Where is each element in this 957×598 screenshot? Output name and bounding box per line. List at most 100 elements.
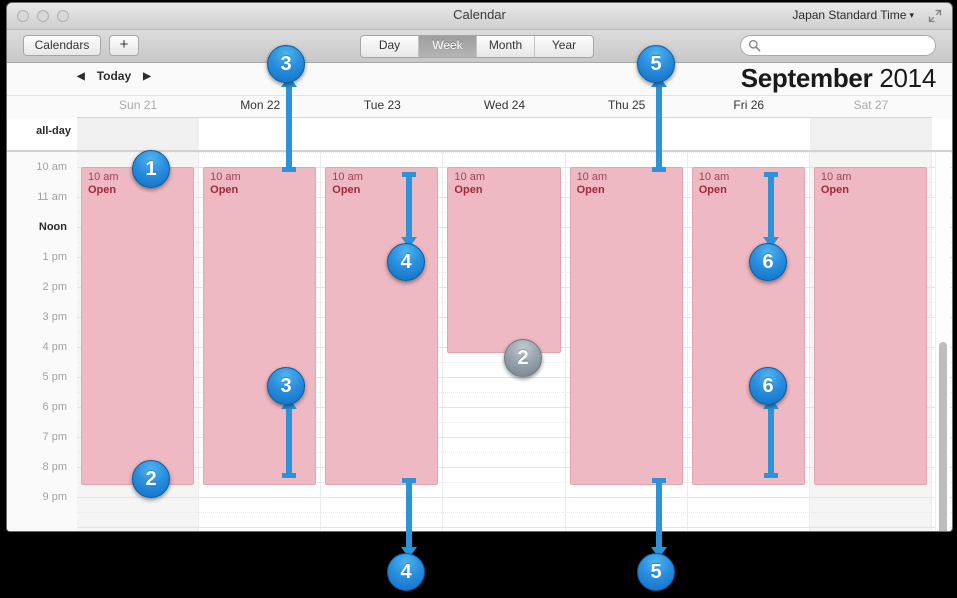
event-title: Open [576, 184, 605, 196]
arrow-tail [764, 473, 778, 478]
calendar-event[interactable]: 10 am Open [203, 167, 317, 485]
hour-gridline [77, 497, 952, 498]
event-title: Open [820, 184, 849, 196]
all-day-cell[interactable] [809, 118, 932, 150]
search-icon [748, 39, 761, 52]
time-label: 6 pm [42, 401, 67, 413]
callout-badge-4: 4 [387, 553, 425, 591]
view-mode-segmented-control[interactable]: Day Week Month Year [360, 35, 594, 58]
date-navigation: ◀ Today ▶ [77, 69, 151, 83]
callout-badge-2: 2 [132, 460, 170, 498]
time-label: 3 pm [42, 311, 67, 323]
arrow-tail [402, 172, 416, 177]
time-label: 1 pm [42, 251, 67, 263]
arrow-tail [764, 172, 778, 177]
callout-badge-6: 6 [749, 367, 787, 405]
callout-arrow-down [401, 478, 417, 558]
all-day-cell[interactable] [321, 118, 443, 150]
today-button[interactable]: Today [97, 69, 131, 83]
view-segment-day[interactable]: Day [361, 36, 419, 57]
month-name: September [740, 63, 873, 93]
time-label: 8 pm [42, 461, 67, 473]
hour-gridline [77, 527, 952, 528]
view-segment-week[interactable]: Week [419, 36, 477, 57]
all-day-cell[interactable] [443, 118, 565, 150]
next-week-button[interactable]: ▶ [143, 71, 151, 82]
event-time: 10 am [332, 171, 363, 183]
callout-arrow-up [281, 76, 297, 172]
day-header-tue-23[interactable]: Tue 23 [321, 96, 444, 118]
callout-badge-5: 5 [637, 553, 675, 591]
all-day-row: all-day [7, 118, 952, 152]
callout-arrow-up [763, 398, 779, 478]
view-segment-month[interactable]: Month [477, 36, 535, 57]
scrollbar-thumb[interactable] [939, 342, 947, 531]
arrow-tail [282, 473, 296, 478]
callout-arrow-down [401, 172, 417, 248]
screenshot-stage: Calendar Japan Standard Time ▾ Calendars … [0, 0, 957, 598]
calendar-event[interactable]: 10 am Open [813, 167, 927, 485]
day-header-wed-24[interactable]: Wed 24 [443, 96, 566, 118]
calendar-event[interactable]: 10 am Open [81, 167, 195, 485]
day-header-thu-25[interactable]: Thu 25 [565, 96, 688, 118]
callout-arrow-up [281, 398, 297, 478]
callout-badge-4: 4 [387, 243, 425, 281]
calendar-event[interactable]: 10 am Open [569, 167, 683, 485]
time-label: 4 pm [42, 341, 67, 353]
time-label: 5 pm [42, 371, 67, 383]
arrow-tail [652, 167, 666, 172]
callout-badge-6: 6 [749, 243, 787, 281]
calendar-event[interactable]: 10 am Open [325, 167, 439, 485]
arrow-tail [402, 478, 416, 483]
all-day-cell[interactable] [688, 118, 810, 150]
chevron-down-icon: ▾ [909, 10, 914, 20]
calendar-window: Calendar Japan Standard Time ▾ Calendars … [6, 2, 953, 532]
timezone-menu[interactable]: Japan Standard Time ▾ [792, 8, 914, 22]
all-day-cell[interactable] [77, 118, 200, 150]
day-header-row: Sun 21 Mon 22 Tue 23 Wed 24 Thu 25 Fri 26 Sat … [7, 96, 952, 118]
time-label: Noon [38, 221, 67, 233]
event-time: 10 am [820, 171, 852, 183]
event-title: Open [332, 184, 361, 196]
view-segment-year[interactable]: Year [535, 36, 593, 57]
search-input[interactable] [765, 36, 927, 57]
day-header-mon-22[interactable]: Mon 22 [199, 96, 322, 118]
event-title: Open [454, 184, 483, 196]
previous-week-button[interactable]: ◀ [77, 71, 85, 82]
event-time: 10 am [210, 171, 241, 183]
day-header-sun-21[interactable]: Sun 21 [77, 96, 200, 118]
arrow-tail [652, 478, 666, 483]
toolbar: Calendars + Day Week Month Year [7, 30, 952, 63]
page-title: September 2014 [740, 63, 937, 94]
event-time: 10 am [454, 171, 485, 183]
half-hour-gridline [77, 512, 952, 513]
fullscreen-icon[interactable] [928, 9, 942, 23]
time-axis-column: 10 am 11 am Noon 1 pm 2 pm 3 pm 4 pm 5 pm 6 pm 7 … [7, 152, 77, 531]
event-title: Open [698, 184, 727, 196]
day-header-fri-26[interactable]: Fri 26 [687, 96, 810, 118]
all-day-cell[interactable] [199, 118, 321, 150]
add-event-button[interactable]: + [109, 35, 139, 56]
event-time: 10 am [576, 171, 608, 183]
calendar-event[interactable]: 10 am Open [447, 167, 561, 353]
time-label: 10 am [36, 161, 67, 173]
callout-arrow-up [651, 76, 667, 172]
calendar-event[interactable]: 10 am Open [691, 167, 805, 485]
callout-arrow-down [651, 478, 667, 558]
all-day-label: all-day [36, 125, 71, 137]
vertical-scrollbar[interactable] [935, 152, 950, 531]
time-label: 11 am [37, 191, 67, 203]
timezone-label: Japan Standard Time [792, 8, 907, 22]
callout-badge-2: 2 [504, 339, 542, 377]
day-header-sat-27[interactable]: Sat 27 [809, 96, 932, 118]
search-box[interactable] [740, 35, 936, 57]
callout-badge-3: 3 [267, 45, 305, 83]
calendars-button[interactable]: Calendars [23, 35, 101, 56]
event-title: Open [88, 184, 117, 196]
time-label: 7 pm [42, 431, 67, 443]
callout-badge-3: 3 [267, 367, 305, 405]
window-titlebar: Calendar Japan Standard Time ▾ [7, 3, 952, 30]
callout-arrow-down [763, 172, 779, 248]
time-label: 2 pm [42, 281, 67, 293]
all-day-cell[interactable] [566, 118, 688, 150]
